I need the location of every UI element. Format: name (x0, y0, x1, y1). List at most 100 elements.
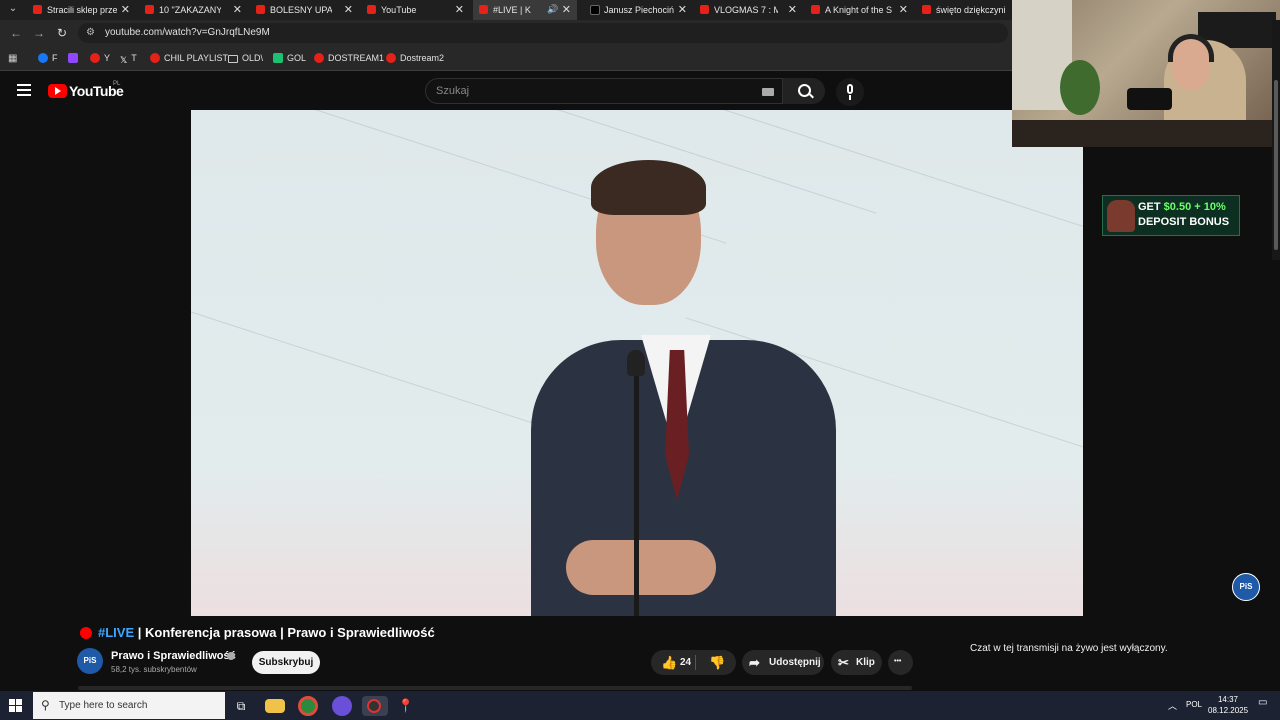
browser-tab[interactable]: święto dziękczyni (922, 0, 1010, 20)
microphone (627, 350, 645, 376)
tab-close-icon[interactable]: ✕ (562, 3, 571, 16)
youtube-icon (479, 5, 488, 14)
tab-close-icon[interactable]: ✕ (344, 3, 353, 16)
channel-avatar[interactable]: PiS (77, 648, 103, 674)
tab-close-icon[interactable]: ✕ (455, 3, 464, 16)
url-field[interactable]: ⚙ youtube.com/watch?v=GnJrqfLNe9M (78, 23, 1008, 43)
subscriber-count: 58,2 tys. subskrybentów (111, 665, 197, 674)
share-button[interactable]: ➦ Udostępnij (742, 650, 824, 675)
tab-title: Stracili sklep prze (47, 5, 117, 15)
youtube-icon (811, 5, 820, 14)
url-text[interactable]: youtube.com/watch?v=GnJrqfLNe9M (105, 27, 270, 38)
channel-name[interactable]: Prawo i Sprawiedliwość (111, 650, 236, 662)
browser-tab-active[interactable]: #LIVE | Ko 🔊 ✕ (473, 0, 577, 20)
file-explorer-icon[interactable] (265, 699, 285, 713)
tab-title: VLOGMAS 7 : MA (714, 5, 778, 15)
ad-character-icon (1107, 200, 1135, 232)
bookmark-item[interactable] (68, 53, 82, 63)
taskbar-search-placeholder: Type here to search (59, 700, 148, 711)
menu-icon[interactable] (17, 84, 31, 96)
youtube-icon (367, 5, 376, 14)
speaker-figure (531, 160, 841, 616)
notification-icon[interactable]: ▭ (1258, 697, 1267, 708)
bookmark-item[interactable]: GOL (273, 53, 306, 63)
windows-start-icon[interactable] (9, 699, 22, 712)
x-icon: 𝕏 (120, 55, 128, 65)
search-button[interactable] (783, 78, 825, 104)
browser-tab[interactable]: Stracili sklep prze ✕ (33, 0, 130, 20)
voice-search-button[interactable] (836, 78, 864, 106)
forward-arrow-icon[interactable]: → (33, 26, 45, 40)
chrome-profile-icon[interactable] (332, 696, 352, 716)
pis-watermark-icon[interactable]: PiS (1232, 573, 1260, 601)
search-input[interactable]: Szukaj (425, 78, 783, 104)
webcam-overlay (1012, 0, 1280, 147)
youtube-icon (90, 53, 100, 63)
more-actions-button[interactable]: ••• (888, 650, 913, 675)
subscribe-button[interactable]: Subskrybuj (252, 651, 320, 674)
bookmark-item[interactable]: Y (90, 53, 110, 63)
active-app-slot[interactable] (362, 696, 388, 716)
dislike-icon[interactable]: 👎 (709, 655, 725, 671)
bookmark-item[interactable]: DOSTREAM1 (314, 53, 384, 63)
site-settings-icon[interactable]: ⚙ (86, 27, 95, 38)
maps-pin-icon[interactable]: 📍 (396, 696, 416, 716)
clip-label: Klip (856, 657, 875, 668)
browser-tab[interactable]: VLOGMAS 7 : MA ✕ (700, 0, 797, 20)
tab-close-icon[interactable]: ✕ (233, 3, 242, 16)
browser-tab[interactable]: BOLESNY UPADE ✕ (256, 0, 353, 20)
tray-chevron-icon[interactable]: ︿ (1168, 699, 1177, 712)
browser-tab[interactable]: Janusz Piechociń ✕ (590, 0, 687, 20)
video-title-text: | Konferencja prasowa | Prawo i Sprawied… (134, 625, 435, 640)
apps-grid-icon[interactable]: ▦ (8, 53, 17, 64)
chrome-icon[interactable] (298, 696, 318, 716)
language-indicator[interactable]: POL (1186, 700, 1202, 709)
tab-title: 10 "ZAKAZANYCH (159, 5, 221, 15)
youtube-icon (922, 5, 931, 14)
video-title: #LIVE | Konferencja prasowa | Prawo i Sp… (98, 625, 435, 640)
bookmark-label: DOSTREAM1 (328, 53, 385, 63)
taskbar-search-input[interactable]: ⚲ Type here to search (33, 692, 225, 719)
back-arrow-icon[interactable]: ← (10, 26, 22, 40)
browser-tab[interactable]: YouTube ✕ (367, 0, 464, 20)
page-scrollbar[interactable] (1272, 20, 1280, 260)
deposit-bonus-ad[interactable]: GET $0.50 + 10% DEPOSIT BONUS (1102, 195, 1240, 236)
scrollbar-thumb[interactable] (1274, 80, 1278, 250)
clock-date: 08.12.2025 (1208, 706, 1249, 715)
browser-tab[interactable]: 10 "ZAKAZANYCH ✕ (145, 0, 242, 20)
keyboard-icon[interactable] (762, 88, 774, 96)
browser-tab[interactable]: A Knight of the S ✕ (811, 0, 908, 20)
bookmark-folder[interactable]: OLD\ (228, 53, 263, 63)
tab-title: BOLESNY UPADE (270, 5, 332, 15)
bookmark-label: F (52, 53, 58, 63)
youtube-icon (314, 53, 324, 63)
windows-taskbar: ⚲ Type here to search ⧉ 📍 ︿ POL 14:37 08… (0, 691, 1280, 720)
bookmark-item[interactable]: 𝕏T (120, 53, 137, 65)
speaker-icon[interactable]: 🔊 (547, 4, 558, 15)
bookmark-label: OLD\ (242, 53, 264, 63)
bookmark-item[interactable]: F (38, 53, 58, 63)
youtube-icon (256, 5, 265, 14)
like-count[interactable]: 24 (680, 657, 691, 668)
reload-icon[interactable]: ↻ (57, 26, 67, 40)
task-view-icon[interactable]: ⧉ (231, 696, 251, 716)
youtube-icon (700, 5, 709, 14)
tab-close-icon[interactable]: ✕ (899, 3, 908, 16)
live-hashtag[interactable]: #LIVE (98, 625, 134, 640)
x-icon (590, 5, 600, 15)
share-icon: ➦ (749, 655, 760, 670)
bookmark-item[interactable]: CHIL PLAYLIST (150, 53, 228, 63)
bookmark-label: Dostream2 (400, 53, 445, 63)
tab-close-icon[interactable]: ✕ (121, 3, 130, 16)
tab-close-icon[interactable]: ✕ (788, 3, 797, 16)
tab-search-chevron-icon[interactable]: ⌄ (4, 1, 22, 17)
tab-close-icon[interactable]: ✕ (678, 3, 687, 16)
clip-button[interactable]: ✂ Klip (831, 650, 882, 675)
search-icon: ⚲ (41, 698, 50, 712)
video-player[interactable] (191, 110, 1083, 616)
bookmark-label: GOL (287, 53, 307, 63)
system-clock[interactable]: 14:37 08.12.2025 (1208, 694, 1248, 716)
like-icon[interactable]: 👍 (661, 655, 677, 671)
ad-line1: GET $0.50 + 10% (1138, 201, 1226, 213)
bookmark-item[interactable]: Dostream2 (386, 53, 444, 63)
